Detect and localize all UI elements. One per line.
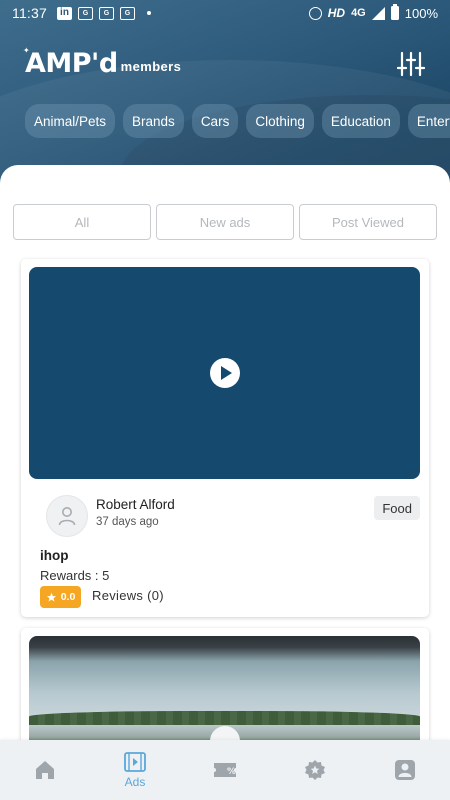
hd-indicator: HD — [327, 6, 346, 20]
logo-suffix-text: members — [120, 59, 182, 74]
more-notifications-icon — [147, 11, 151, 15]
battery-level: 100% — [404, 5, 438, 21]
nav-ads[interactable]: Ads — [90, 740, 180, 800]
video-ads-icon — [124, 751, 146, 772]
ad-reviews-link[interactable]: Reviews (0) — [92, 588, 164, 603]
status-bar: 11:37 in G G G HD 4G 100% — [0, 0, 450, 26]
svg-text:%: % — [227, 767, 236, 777]
ad-rewards: Rewards : 5 — [40, 568, 110, 583]
badge-star-icon — [305, 760, 325, 780]
tab-new-ads[interactable]: New ads — [156, 204, 294, 240]
category-chip-clothing[interactable]: Clothing — [246, 104, 314, 138]
status-time: 11:37 — [12, 5, 47, 21]
network-type: 4G — [351, 7, 366, 19]
category-chip-brands[interactable]: Brands — [123, 104, 184, 138]
battery-icon — [390, 4, 399, 20]
app-logo: ✦ AMP'd members — [23, 46, 182, 79]
ad-author-name: Robert Alford — [96, 497, 175, 512]
ad-category-badge: Food — [374, 496, 420, 520]
ad-card[interactable] — [21, 628, 429, 745]
category-chip-entertainment[interactable]: Entertain — [407, 104, 450, 138]
linkedin-notification-icon: in — [57, 6, 72, 20]
nav-ads-label: Ads — [124, 774, 146, 789]
category-chip-cars[interactable]: Cars — [191, 104, 239, 138]
play-icon[interactable] — [209, 358, 240, 388]
star-icon — [46, 592, 56, 602]
signal-icon — [371, 6, 385, 20]
logo-sparkle-icon: ✦ — [23, 46, 31, 55]
ad-posted-time: 37 days ago — [96, 516, 159, 528]
nav-home[interactable] — [0, 740, 90, 800]
ad-title: ihop — [40, 548, 69, 563]
nav-coupons[interactable]: % — [180, 740, 270, 800]
filter-sliders-icon[interactable] — [397, 51, 425, 77]
category-chip-animal-pets[interactable]: Animal/Pets — [25, 104, 116, 138]
nav-rewards[interactable] — [270, 740, 360, 800]
gmail-notification-icon: G — [99, 6, 114, 20]
user-icon — [58, 507, 76, 526]
ads-feed: All New ads Post Viewed Robert Alford 37… — [0, 165, 450, 745]
alarm-icon — [308, 6, 322, 20]
coupon-icon: % — [214, 763, 236, 777]
ad-card[interactable]: Robert Alford 37 days ago Food ihop Rewa… — [21, 259, 429, 617]
tab-all[interactable]: All — [13, 204, 151, 240]
tab-post-viewed[interactable]: Post Viewed — [299, 204, 437, 240]
avatar — [46, 495, 88, 537]
category-chip-education[interactable]: Education — [321, 104, 400, 138]
bottom-navigation: Ads % — [0, 740, 450, 800]
logo-main-text: AMP'd — [25, 48, 118, 79]
ad-rating-badge: 0.0 — [40, 586, 81, 608]
home-icon — [36, 761, 54, 779]
nav-profile[interactable] — [360, 740, 450, 800]
ad-rating-value: 0.0 — [60, 591, 76, 603]
feed-filter-tabs: All New ads Post Viewed — [13, 204, 437, 240]
gmail-notification-icon: G — [78, 6, 93, 20]
category-chips: Animal/Pets Brands Cars Clothing Educati… — [25, 104, 450, 138]
gmail-notification-icon: G — [120, 6, 135, 20]
profile-icon — [395, 760, 415, 780]
ad-video-thumbnail[interactable] — [29, 636, 420, 745]
ad-video-thumbnail[interactable] — [29, 267, 420, 479]
